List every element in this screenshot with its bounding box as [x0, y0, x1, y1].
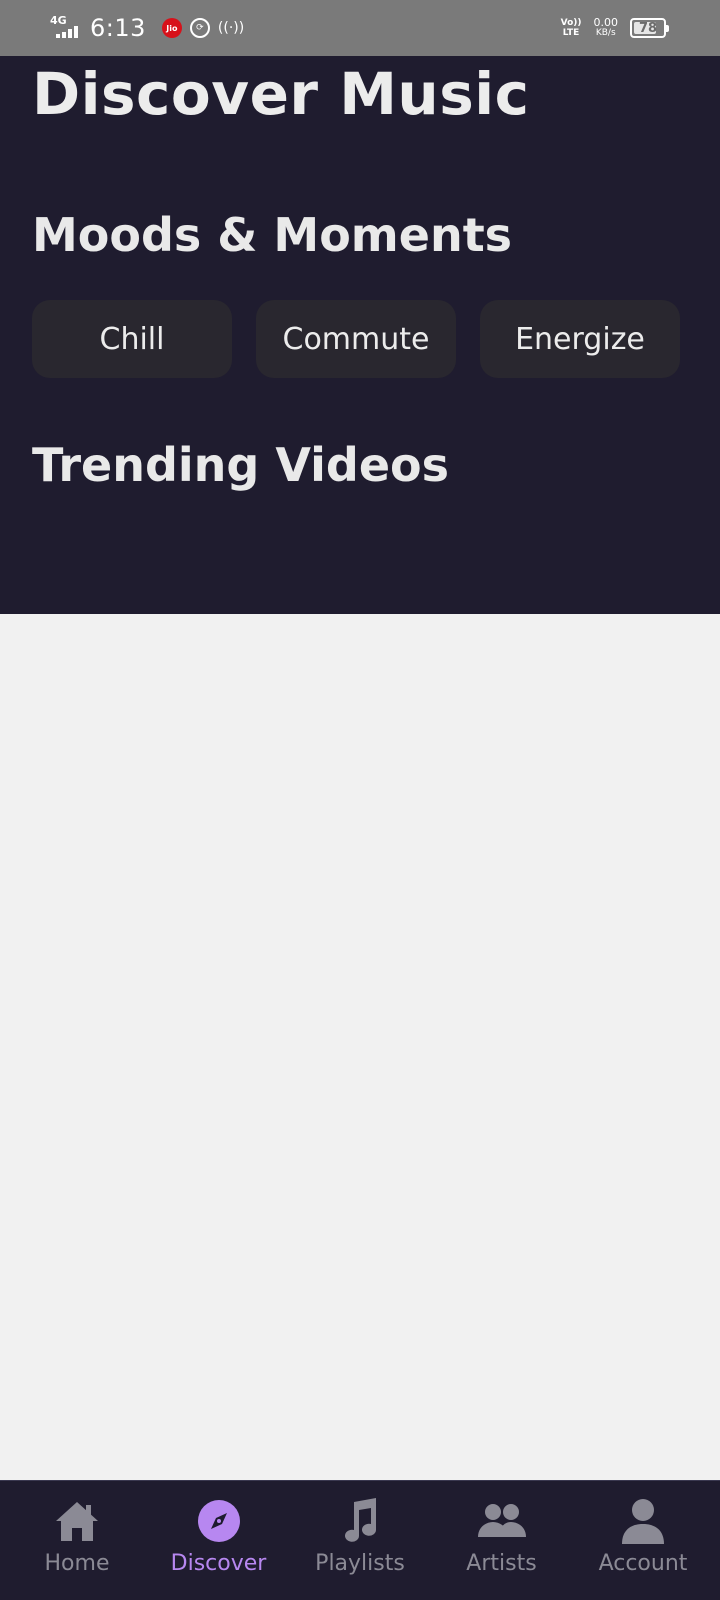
nav-playlists[interactable]: Playlists	[295, 1481, 425, 1600]
jio-icon: Jio	[161, 18, 182, 38]
mood-chip-commute[interactable]: Commute	[256, 300, 456, 378]
volte-icon: Vo)) LTE	[560, 18, 582, 38]
status-bar-left: 4G 6:13 Jio ⟳ ((·))	[50, 0, 244, 56]
status-time: 6:13	[90, 14, 146, 42]
discover-header-section: Discover Music Moods & Moments Chill Com…	[0, 56, 720, 614]
people-icon	[477, 1497, 526, 1545]
battery-level: 78	[638, 20, 658, 36]
status-bar-right: Vo)) LTE 0.00 KB/s 78	[560, 0, 669, 56]
nav-artists[interactable]: Artists	[437, 1481, 567, 1600]
content-area	[0, 614, 720, 1480]
mood-chip-energize[interactable]: Energize	[480, 300, 680, 378]
battery-icon: 78	[630, 18, 669, 38]
moods-heading: Moods & Moments	[32, 208, 513, 262]
nav-home[interactable]: Home	[12, 1481, 142, 1600]
network-type: 4G	[50, 14, 67, 27]
bottom-nav: Home Discover Playlists Artists Account	[0, 1480, 720, 1600]
music-note-icon	[336, 1497, 384, 1545]
page-title: Discover Music	[32, 60, 530, 128]
signal-icon: 4G	[50, 14, 82, 40]
nav-account[interactable]: Account	[578, 1481, 708, 1600]
person-icon	[619, 1497, 667, 1545]
app-notification-icon: ⟳	[189, 18, 210, 38]
nav-label: Discover	[170, 1551, 267, 1576]
nav-label: Artists	[466, 1551, 537, 1576]
nav-label: Playlists	[315, 1551, 405, 1576]
nav-label: Home	[44, 1551, 110, 1576]
trending-heading: Trending Videos	[32, 438, 450, 492]
moods-chip-row: Chill Commute Energize	[32, 300, 680, 378]
hotspot-icon: ((·))	[217, 20, 245, 36]
status-bar: 4G 6:13 Jio ⟳ ((·)) Vo)) LTE 0.00 KB/s 7…	[0, 0, 720, 56]
network-speed: 0.00 KB/s	[593, 16, 619, 38]
compass-icon	[195, 1497, 243, 1545]
nav-label: Account	[598, 1551, 688, 1576]
mood-chip-chill[interactable]: Chill	[32, 300, 232, 378]
nav-discover[interactable]: Discover	[154, 1481, 284, 1600]
home-icon	[53, 1497, 101, 1545]
